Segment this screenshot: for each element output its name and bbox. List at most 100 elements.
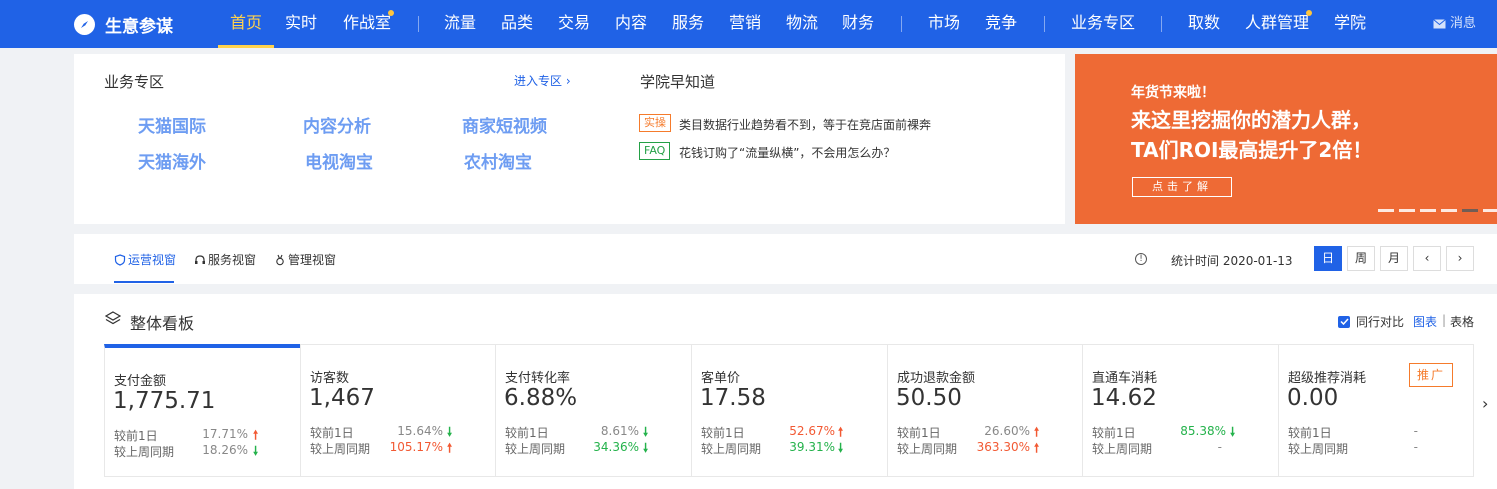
nav-home[interactable]: 首页 xyxy=(230,0,262,48)
arrow-down-icon: 🠗 xyxy=(253,444,259,458)
banner-line-2: 来这里挖掘你的潜力人群， xyxy=(1131,108,1371,132)
peer-compare-checkbox[interactable]: 同行对比 xyxy=(1338,313,1404,330)
nav-service[interactable]: 服务 xyxy=(672,0,704,48)
news-tag-practice: 实操 xyxy=(639,114,671,132)
news-item[interactable]: 花钱订购了“流量纵横”，不会用怎么办？ xyxy=(679,144,895,161)
business-zone-title: 业务专区 xyxy=(104,73,165,91)
view-separator: | xyxy=(1442,313,1447,327)
business-tmall-global[interactable]: 天猫国际 xyxy=(138,112,206,137)
message-button[interactable]: 消息 xyxy=(1433,0,1476,48)
business-short-video[interactable]: 商家短视频 xyxy=(462,112,547,137)
nav-competition[interactable]: 竞争 xyxy=(985,0,1017,48)
compare-week-value: 105.17% xyxy=(389,440,443,454)
news-tag-faq: FAQ xyxy=(639,142,671,160)
chevron-right-icon[interactable]: › xyxy=(1482,394,1488,413)
nav-business-zone[interactable]: 业务专区 xyxy=(1071,0,1135,48)
next-date-button[interactable]: › xyxy=(1446,246,1474,271)
nav-finance[interactable]: 财务 xyxy=(842,0,874,48)
arrow-down-icon: 🠗 xyxy=(1230,425,1236,439)
business-tv-taobao[interactable]: 电视淘宝 xyxy=(305,148,373,173)
business-content-analysis[interactable]: 内容分析 xyxy=(303,112,371,137)
compare-week-label: 较上周同期 xyxy=(310,442,371,456)
nav-content[interactable]: 内容 xyxy=(615,0,647,48)
carousel-dot[interactable] xyxy=(1441,209,1457,212)
statistics-time: 统计时间 2020-01-13 xyxy=(1171,254,1293,268)
tab-label: 运营视窗 xyxy=(128,253,177,267)
news-item[interactable]: 类目数据行业趋势看不到，等于在竞店面前裸奔 xyxy=(679,116,931,133)
compare-week-value: 18.26% xyxy=(202,443,248,457)
app-name: 生意参谋 xyxy=(105,17,173,37)
nav-war-room[interactable]: 作战室 xyxy=(343,0,391,48)
nav-data-fetch[interactable]: 取数 xyxy=(1188,0,1220,48)
enter-zone-link[interactable]: 进入专区 › xyxy=(514,72,571,89)
carousel-dot[interactable] xyxy=(1483,209,1497,212)
nav-market[interactable]: 市场 xyxy=(928,0,960,48)
compare-week-value: 39.31% xyxy=(789,440,835,454)
view-table-toggle[interactable]: 表格 xyxy=(1450,313,1474,330)
compare-day-value: - xyxy=(1413,424,1418,438)
prev-date-button[interactable]: ‹ xyxy=(1413,246,1441,271)
metric-card-ztc-cost[interactable]: 直通车消耗 14.62 较前1日 较上周同期 85.38% - 🠗 xyxy=(1082,344,1279,477)
view-chart-toggle[interactable]: 图表 xyxy=(1413,313,1437,330)
nav-realtime[interactable]: 实时 xyxy=(285,0,317,48)
notification-dot xyxy=(1306,10,1312,16)
banner-learn-more-button[interactable]: 点击了解 xyxy=(1132,177,1232,197)
medal-icon xyxy=(276,254,284,265)
metric-value: 50.50 xyxy=(896,385,962,411)
metric-card-refund-amount[interactable]: 成功退款金额 50.50 较前1日 较上周同期 26.60% 363.30% 🠕… xyxy=(887,344,1083,477)
promote-button[interactable]: 推广 xyxy=(1409,363,1453,387)
metric-card-visitors[interactable]: 访客数 1,467 较前1日 较上周同期 15.64% 105.17% 🠗 🠕 xyxy=(300,344,496,477)
tab-operations-view[interactable]: 运营视窗 xyxy=(114,251,176,268)
tab-service-view[interactable]: 服务视窗 xyxy=(194,251,256,268)
business-tmall-overseas[interactable]: 天猫海外 xyxy=(138,148,206,173)
nav-academy[interactable]: 学院 xyxy=(1334,0,1366,48)
compare-week-label: 较上周同期 xyxy=(897,442,958,456)
compare-week-value: - xyxy=(1217,440,1222,454)
nav-trade[interactable]: 交易 xyxy=(558,0,590,48)
metric-label: 支付转化率 xyxy=(505,371,571,386)
compare-day-value: 85.38% xyxy=(1180,424,1226,438)
nav-category[interactable]: 品类 xyxy=(501,0,533,48)
period-day-button[interactable]: 日 xyxy=(1314,246,1342,271)
compare-day-value: 26.60% xyxy=(984,424,1030,438)
metric-value: 1,775.71 xyxy=(113,388,216,414)
business-rural-taobao[interactable]: 农村淘宝 xyxy=(464,148,532,173)
carousel-dot[interactable] xyxy=(1399,209,1415,212)
period-week-button[interactable]: 周 xyxy=(1347,246,1375,271)
metric-card-conversion-rate[interactable]: 支付转化率 6.88% 较前1日 较上周同期 8.61% 34.36% 🠗 🠗 xyxy=(495,344,692,477)
compare-week-label: 较上周同期 xyxy=(1092,442,1153,456)
active-nav-indicator xyxy=(218,45,274,48)
carousel-dot[interactable] xyxy=(1378,209,1394,212)
shield-icon xyxy=(114,253,126,266)
compare-day-value: 15.64% xyxy=(397,424,443,438)
arrow-down-icon: 🠗 xyxy=(838,441,844,455)
metric-value: 14.62 xyxy=(1091,385,1157,411)
nav-marketing[interactable]: 营销 xyxy=(729,0,761,48)
nav-divider xyxy=(1044,16,1045,32)
period-month-button[interactable]: 月 xyxy=(1380,246,1408,271)
promo-banner[interactable]: 年货节来啦！ 来这里挖掘你的潜力人群， TA们ROI最高提升了2倍！ 点击了解 xyxy=(1075,54,1497,224)
headset-icon xyxy=(195,254,205,264)
compare-day-label: 较前1日 xyxy=(114,429,158,443)
compare-day-label: 较前1日 xyxy=(1092,426,1136,440)
logo[interactable]: 生意参谋 xyxy=(74,12,173,37)
compare-day-label: 较前1日 xyxy=(897,426,941,440)
compare-day-label: 较前1日 xyxy=(701,426,745,440)
tab-label: 管理视窗 xyxy=(288,253,337,267)
mail-icon xyxy=(1433,19,1446,29)
checkbox-checked-icon xyxy=(1338,315,1350,328)
nav-traffic[interactable]: 流量 xyxy=(444,0,476,48)
metric-card-avg-order-value[interactable]: 客单价 17.58 较前1日 较上周同期 52.67% 39.31% 🠕 🠗 xyxy=(691,344,888,477)
info-icon[interactable]: ! xyxy=(1135,253,1147,265)
metric-label: 超级推荐消耗 xyxy=(1288,371,1367,386)
nav-crowd-management[interactable]: 人群管理 xyxy=(1245,0,1309,48)
compare-week-label: 较上周同期 xyxy=(505,442,566,456)
tab-management-view[interactable]: 管理视窗 xyxy=(274,251,336,268)
academy-title: 学院早知道 xyxy=(640,73,716,91)
banner-line-3: TA们ROI最高提升了2倍！ xyxy=(1131,138,1373,162)
carousel-dot-active[interactable] xyxy=(1462,209,1478,212)
metric-card-payment-amount[interactable]: 支付金额 1,775.71 较前1日 较上周同期 17.71% 18.26% 🠕… xyxy=(104,344,301,477)
carousel-dot[interactable] xyxy=(1420,209,1436,212)
nav-logistics[interactable]: 物流 xyxy=(786,0,818,48)
compare-day-label: 较前1日 xyxy=(310,426,354,440)
